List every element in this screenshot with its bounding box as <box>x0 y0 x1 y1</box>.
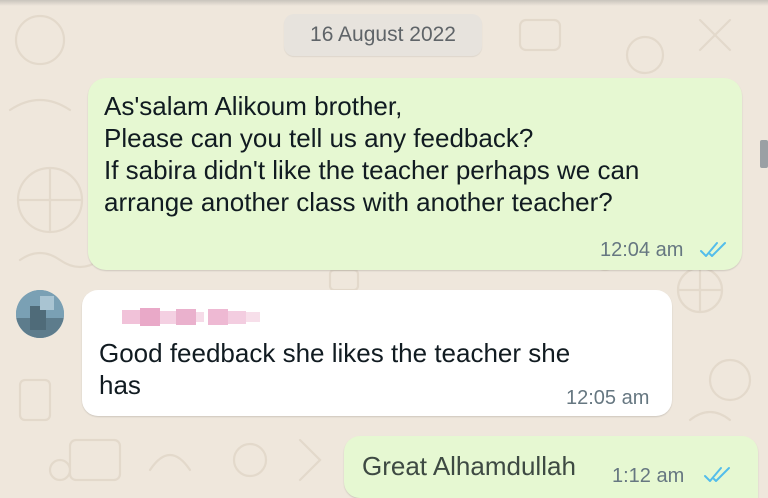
message-time: 12:05 am <box>566 387 650 409</box>
message-time: 1:12 am <box>612 465 685 487</box>
message-time: 12:04 am <box>600 239 684 261</box>
message-text: As'salam Alikoum brother, Please can you… <box>104 91 640 217</box>
top-shadow <box>0 0 768 6</box>
read-double-tick-icon <box>704 467 730 482</box>
contact-avatar[interactable] <box>16 290 64 338</box>
scrollbar-thumb[interactable] <box>760 140 768 168</box>
message-bubble-outgoing[interactable]: As'salam Alikoum brother, Please can you… <box>88 78 742 270</box>
message-bubble-incoming[interactable]: Good feedback she likes the teacher she … <box>82 290 672 416</box>
blurred-sender-name <box>122 308 260 326</box>
message-bubble-outgoing[interactable]: Great Alhamdullah 1:12 am <box>344 436 758 498</box>
read-double-tick-icon <box>700 242 726 257</box>
date-separator: 16 August 2022 <box>284 14 482 56</box>
